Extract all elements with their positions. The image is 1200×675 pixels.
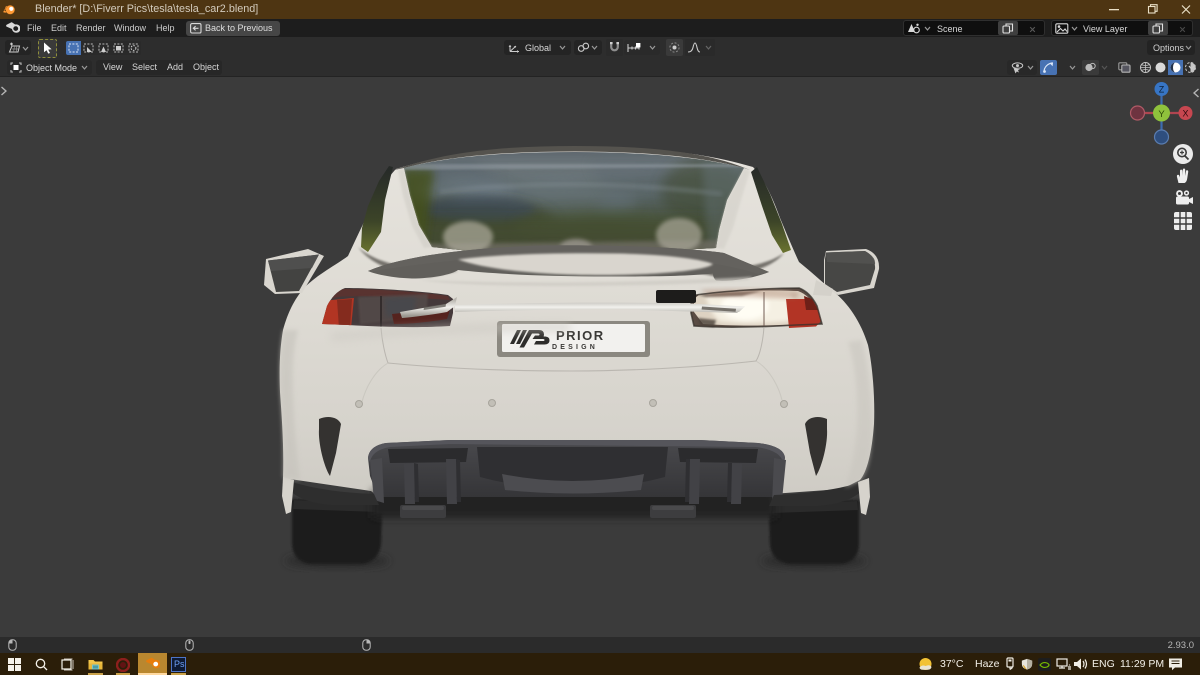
svg-text:Y: Y [1158, 109, 1165, 120]
svg-text:Z: Z [1159, 85, 1165, 95]
svg-text:X: X [1182, 109, 1188, 119]
svg-text:DESIGN: DESIGN [552, 344, 598, 351]
